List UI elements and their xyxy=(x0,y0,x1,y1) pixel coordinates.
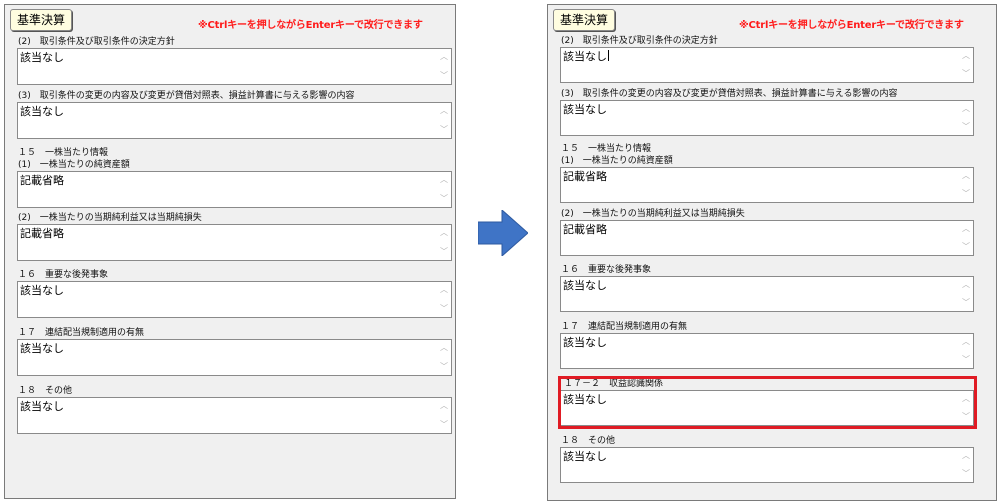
scroll-up-icon[interactable]: ︿ xyxy=(962,452,970,460)
section-heading-per-share: １５ 一株当たり情報 xyxy=(561,144,652,154)
scroll-up-icon[interactable]: ︿ xyxy=(962,172,970,180)
textarea-scrollbar[interactable]: ︿ ﹀ xyxy=(437,225,451,260)
scroll-down-icon[interactable]: ﹀ xyxy=(962,70,970,78)
scroll-up-icon[interactable]: ︿ xyxy=(962,225,970,233)
scroll-up-icon[interactable]: ︿ xyxy=(440,107,448,115)
left-form-panel: 基準決算 ※Ctrlキーを押しながらEnterキーで改行できます (2) 取引条… xyxy=(4,4,456,499)
textarea-scrollbar[interactable]: ︿ ﹀ xyxy=(437,398,451,433)
section-label-net-assets-per-share: (1) 一株当たりの純資産額 xyxy=(18,160,130,170)
subsequent-events-textarea[interactable]: 該当なし ︿ ﹀ xyxy=(560,276,974,312)
section-label-trade-terms: (2) 取引条件及び取引条件の決定方針 xyxy=(18,37,175,47)
trade-terms-textarea[interactable]: 該当なし ︿ ﹀ xyxy=(17,48,452,85)
standard-settlement-button[interactable]: 基準決算 xyxy=(553,9,616,31)
right-arrow-icon xyxy=(478,210,528,256)
textarea-scrollbar[interactable]: ︿ ﹀ xyxy=(437,172,451,207)
section-label-subsequent-events: １６ 重要な後発事象 xyxy=(18,270,109,280)
terms-change-textarea[interactable]: 該当なし ︿ ﹀ xyxy=(17,102,452,139)
net-income-per-share-textarea[interactable]: 記載省略 ︿ ﹀ xyxy=(17,224,452,261)
other-textarea[interactable]: 該当なし ︿ ﹀ xyxy=(17,397,452,434)
scroll-down-icon[interactable]: ﹀ xyxy=(962,243,970,251)
textarea-scrollbar[interactable]: ︿ ﹀ xyxy=(959,168,973,202)
scroll-down-icon[interactable]: ﹀ xyxy=(962,299,970,307)
textarea-scrollbar[interactable]: ︿ ﹀ xyxy=(437,340,451,375)
dividend-regulation-textarea[interactable]: 該当なし ︿ ﹀ xyxy=(560,333,974,369)
section-label-other: １８ その他 xyxy=(561,436,616,446)
other-textarea[interactable]: 該当なし ︿ ﹀ xyxy=(560,447,974,483)
subsequent-events-textarea[interactable]: 該当なし ︿ ﹀ xyxy=(17,281,452,318)
scroll-up-icon[interactable]: ︿ xyxy=(440,344,448,352)
scroll-up-icon[interactable]: ︿ xyxy=(962,52,970,60)
scroll-up-icon[interactable]: ︿ xyxy=(440,176,448,184)
section-label-other: １８ その他 xyxy=(18,386,73,396)
scroll-up-icon[interactable]: ︿ xyxy=(440,229,448,237)
scroll-down-icon[interactable]: ﹀ xyxy=(440,72,448,80)
net-income-per-share-textarea[interactable]: 記載省略 ︿ ﹀ xyxy=(560,220,974,256)
scroll-down-icon[interactable]: ﹀ xyxy=(440,195,448,203)
scroll-down-icon[interactable]: ﹀ xyxy=(440,421,448,429)
section-label-trade-terms: (2) 取引条件及び取引条件の決定方針 xyxy=(561,36,718,46)
scroll-down-icon[interactable]: ﹀ xyxy=(962,356,970,364)
scroll-up-icon[interactable]: ︿ xyxy=(962,281,970,289)
textarea-scrollbar[interactable]: ︿ ﹀ xyxy=(437,49,451,84)
section-label-net-income-per-share: (2) 一株当たりの当期純利益又は当期純損失 xyxy=(561,209,745,219)
section-label-terms-change: (3) 取引条件の変更の内容及び変更が貸借対照表、損益計算書に与える影響の内容 xyxy=(18,91,355,101)
trade-terms-textarea[interactable]: 該当なし ︿ ﹀ xyxy=(560,47,974,83)
textarea-scrollbar[interactable]: ︿ ﹀ xyxy=(959,277,973,311)
section-label-terms-change: (3) 取引条件の変更の内容及び変更が貸借対照表、損益計算書に与える影響の内容 xyxy=(561,89,898,99)
scroll-down-icon[interactable]: ﹀ xyxy=(962,470,970,478)
standard-settlement-button[interactable]: 基準決算 xyxy=(10,9,73,31)
textarea-scrollbar[interactable]: ︿ ﹀ xyxy=(959,448,973,482)
textarea-scrollbar[interactable]: ︿ ﹀ xyxy=(959,48,973,82)
scroll-up-icon[interactable]: ︿ xyxy=(962,338,970,346)
new-section-highlight xyxy=(558,376,977,429)
right-form-panel: 基準決算 ※Ctrlキーを押しながらEnterキーで改行できます (2) 取引条… xyxy=(547,4,997,501)
section-label-dividend-regulation: １７ 連結配当規制適用の有無 xyxy=(561,322,688,332)
scroll-up-icon[interactable]: ︿ xyxy=(440,53,448,61)
section-label-dividend-regulation: １７ 連結配当規制適用の有無 xyxy=(18,328,145,338)
textarea-scrollbar[interactable]: ︿ ﹀ xyxy=(959,221,973,255)
section-label-net-assets-per-share: (1) 一株当たりの純資産額 xyxy=(561,156,673,166)
net-assets-per-share-textarea[interactable]: 記載省略 ︿ ﹀ xyxy=(560,167,974,203)
terms-change-textarea[interactable]: 該当なし ︿ ﹀ xyxy=(560,100,974,136)
scroll-up-icon[interactable]: ︿ xyxy=(440,286,448,294)
dividend-regulation-textarea[interactable]: 該当なし ︿ ﹀ xyxy=(17,339,452,376)
textarea-scrollbar[interactable]: ︿ ﹀ xyxy=(959,101,973,135)
newline-hint: ※Ctrlキーを押しながらEnterキーで改行できます xyxy=(198,20,423,31)
scroll-up-icon[interactable]: ︿ xyxy=(962,105,970,113)
scroll-down-icon[interactable]: ﹀ xyxy=(440,363,448,371)
scroll-down-icon[interactable]: ﹀ xyxy=(440,305,448,313)
newline-hint: ※Ctrlキーを押しながらEnterキーで改行できます xyxy=(739,20,964,31)
scroll-down-icon[interactable]: ﹀ xyxy=(440,248,448,256)
scroll-down-icon[interactable]: ﹀ xyxy=(440,126,448,134)
scroll-down-icon[interactable]: ﹀ xyxy=(962,123,970,131)
text-cursor xyxy=(608,50,609,61)
section-heading-per-share: １５ 一株当たり情報 xyxy=(18,148,109,158)
textarea-scrollbar[interactable]: ︿ ﹀ xyxy=(437,103,451,138)
textarea-scrollbar[interactable]: ︿ ﹀ xyxy=(959,334,973,368)
scroll-down-icon[interactable]: ﹀ xyxy=(962,190,970,198)
section-label-net-income-per-share: (2) 一株当たりの当期純利益又は当期純損失 xyxy=(18,213,202,223)
section-label-subsequent-events: １６ 重要な後発事象 xyxy=(561,265,652,275)
net-assets-per-share-textarea[interactable]: 記載省略 ︿ ﹀ xyxy=(17,171,452,208)
textarea-scrollbar[interactable]: ︿ ﹀ xyxy=(437,282,451,317)
scroll-up-icon[interactable]: ︿ xyxy=(440,402,448,410)
